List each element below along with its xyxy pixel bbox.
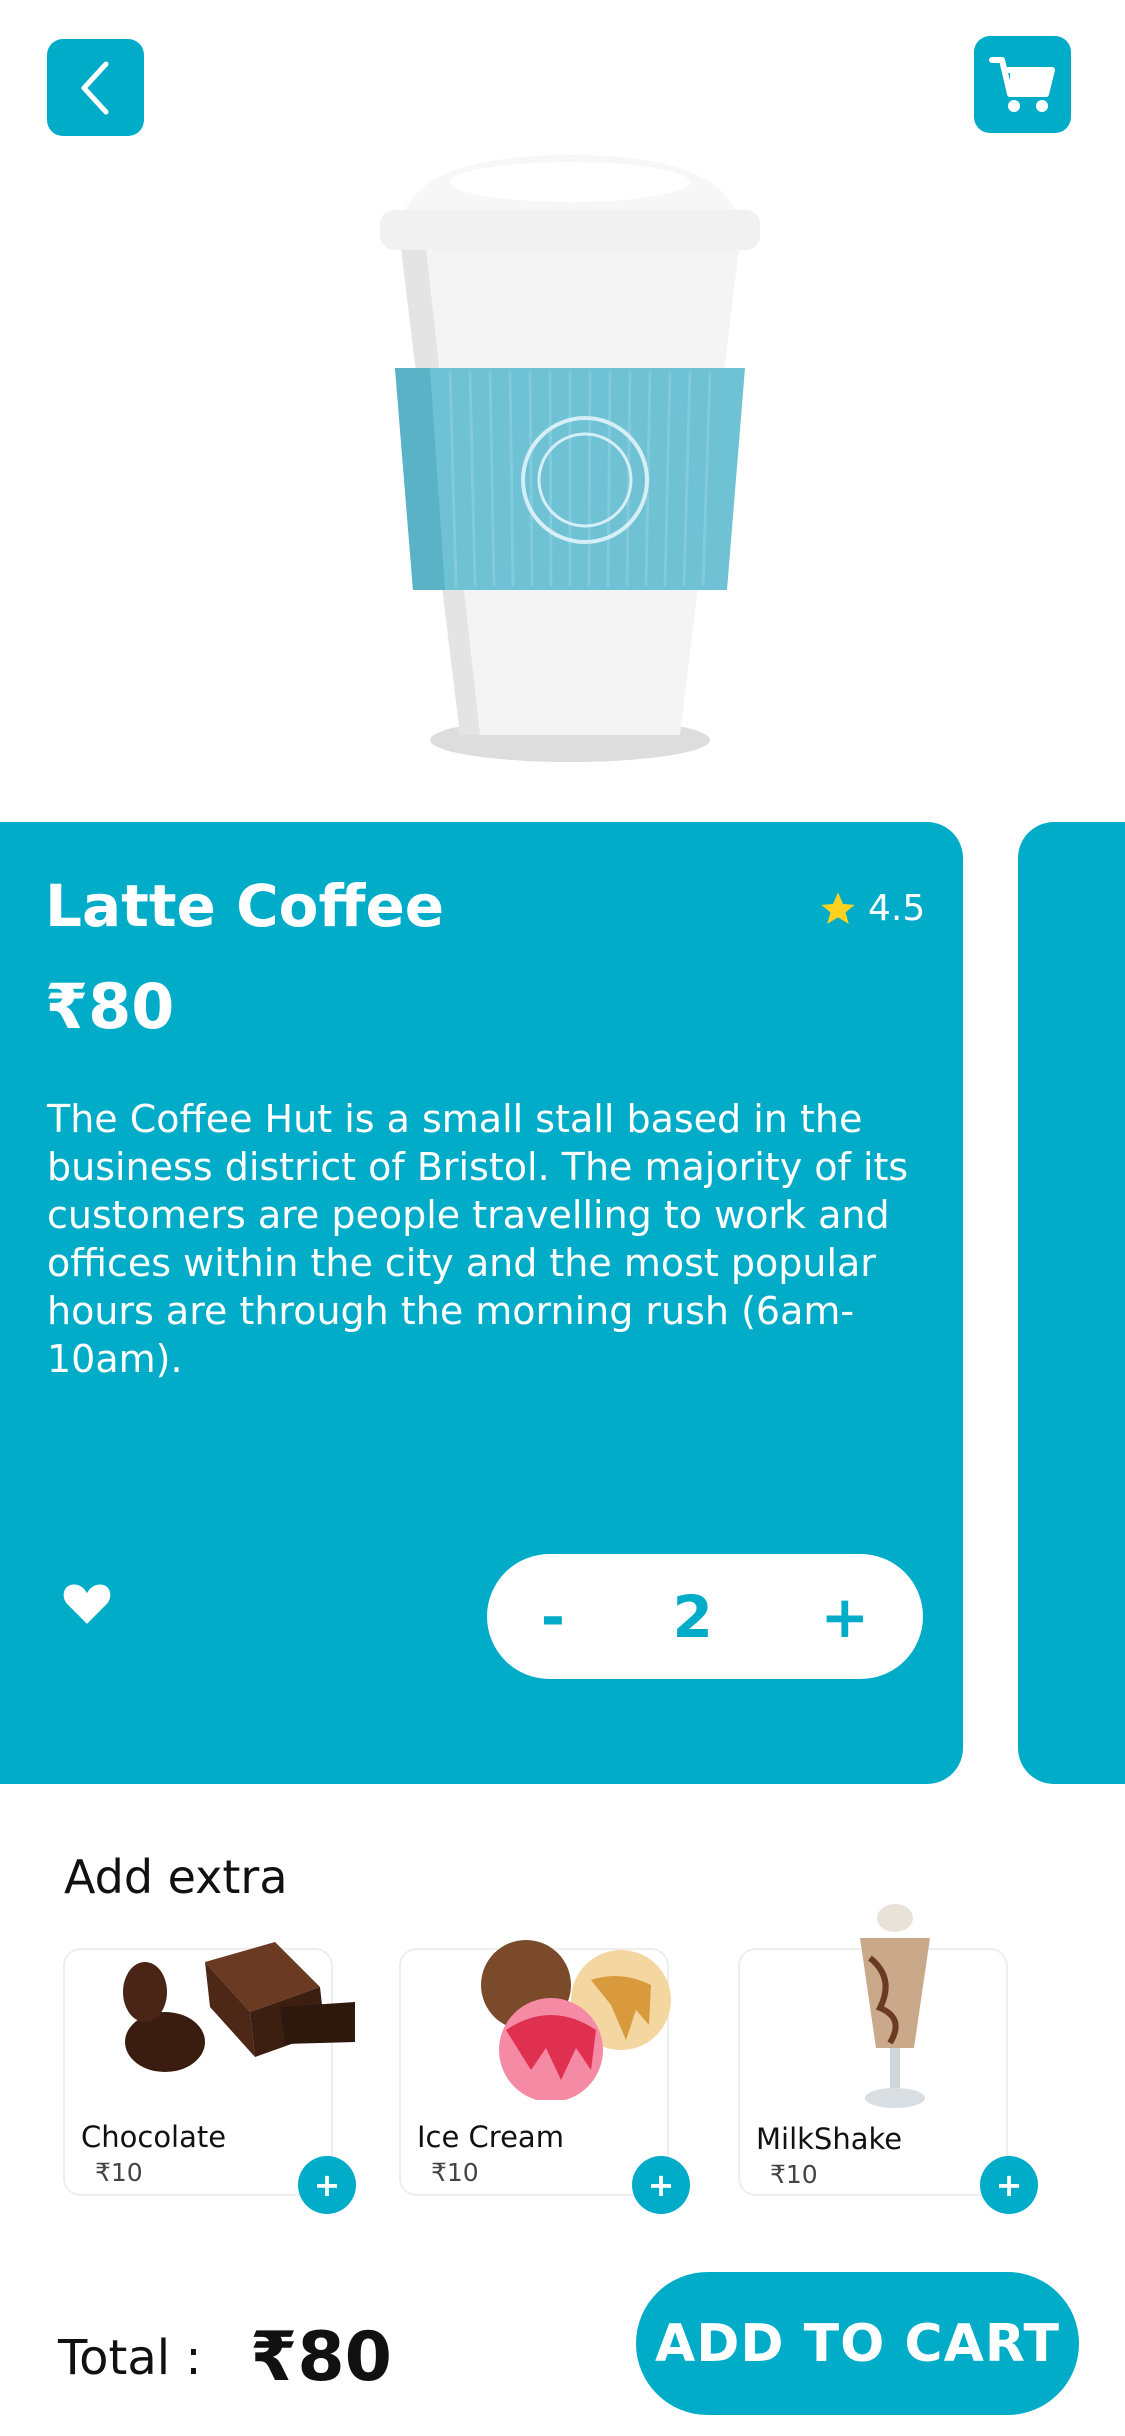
extra-name: Ice Cream	[417, 2120, 564, 2154]
ice-cream-image	[481, 1940, 671, 2100]
add-chocolate-button[interactable]: +	[298, 2156, 356, 2214]
extra-item-chocolate[interactable]: Chocolate ₹10	[63, 1942, 355, 2196]
add-milkshake-button[interactable]: +	[980, 2156, 1038, 2214]
product-title: Latte Coffee	[45, 872, 445, 940]
increment-button[interactable]: +	[821, 1583, 870, 1651]
total-value: ₹80	[250, 2318, 392, 2397]
extra-item-ice-cream[interactable]: Ice Cream ₹10	[399, 1940, 671, 2196]
milkshake-image	[860, 1904, 930, 2108]
rating: 4.5	[818, 888, 925, 929]
decrement-button[interactable]: -	[541, 1583, 565, 1651]
back-button[interactable]	[47, 39, 144, 136]
back-arrow-icon	[81, 61, 108, 114]
product-image	[380, 155, 760, 762]
favorite-button[interactable]	[60, 1578, 114, 1630]
extra-name: Chocolate	[81, 2120, 227, 2154]
product-price: ₹80	[45, 970, 175, 1043]
quantity-value: 2	[672, 1582, 713, 1651]
extras-title: Add extra	[64, 1850, 288, 1904]
heart-icon	[63, 1584, 111, 1624]
total-label: Total :	[58, 2330, 202, 2386]
extra-item-milkshake[interactable]: MilkShake ₹10	[738, 1904, 1008, 2196]
rating-value: 4.5	[868, 888, 926, 929]
cart-icon	[988, 56, 1055, 112]
add-to-cart-button[interactable]: ADD TO CART	[636, 2272, 1079, 2415]
cart-button[interactable]	[974, 36, 1071, 133]
next-product-card[interactable]	[1018, 822, 1125, 1784]
chocolate-image	[123, 1942, 355, 2072]
product-description: The Coffee Hut is a small stall based in…	[47, 1097, 909, 1381]
extra-name: MilkShake	[756, 2122, 903, 2156]
quantity-stepper: - 2 +	[487, 1554, 923, 1679]
star-icon	[821, 891, 855, 924]
extra-price: ₹10	[770, 2160, 818, 2189]
add-ice-cream-button[interactable]: +	[632, 2156, 690, 2214]
extra-price: ₹10	[95, 2158, 143, 2187]
extra-price: ₹10	[431, 2158, 479, 2187]
